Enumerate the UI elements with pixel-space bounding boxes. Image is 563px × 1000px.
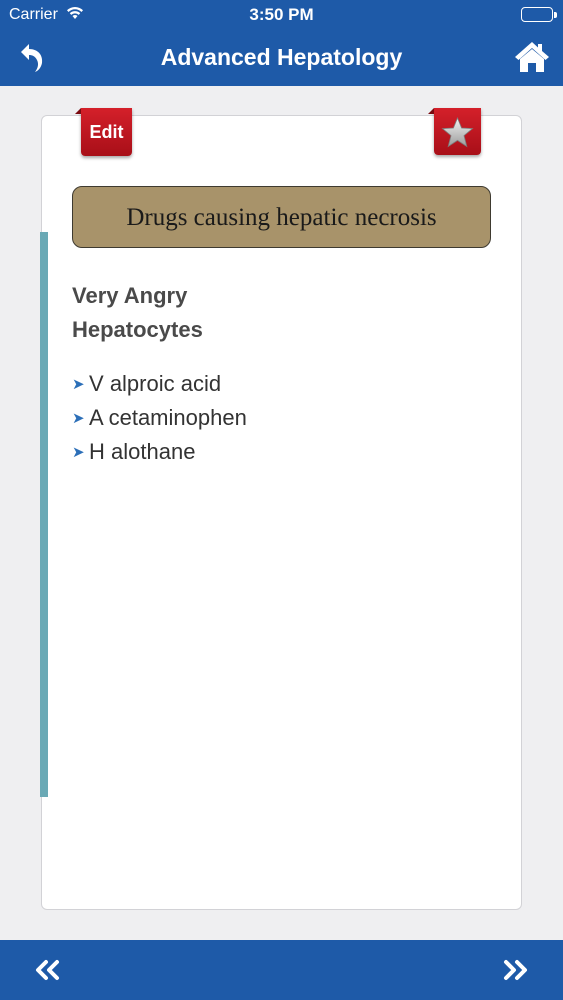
list-item: ➤ A cetaminophen	[72, 401, 247, 435]
status-bar: Carrier 3:50 PM	[0, 0, 563, 30]
battery-icon	[521, 7, 557, 22]
item-rest: cetaminophen	[108, 405, 247, 430]
bullet-arrow-icon: ➤	[72, 376, 85, 393]
mnemonic-line: Very Angry	[72, 283, 188, 308]
double-chevron-right-icon[interactable]	[500, 955, 530, 985]
drug-list: ➤ V alproic acid ➤ A cetaminophen ➤ H aloth…	[72, 367, 247, 469]
bullet-arrow-icon: ➤	[72, 444, 85, 461]
list-item: ➤ H alothane	[72, 435, 247, 469]
mnemonic-phrase: Very Angry Hepatocytes	[72, 279, 203, 347]
mnemonic-line: Hepatocytes	[72, 317, 203, 342]
favorite-button[interactable]	[428, 108, 481, 155]
list-item: ➤ V alproic acid	[72, 367, 247, 401]
item-rest: alproic acid	[109, 371, 222, 396]
card-accent-stripe	[40, 232, 48, 797]
nav-bar: Advanced Hepatology	[0, 30, 563, 86]
item-rest: alothane	[111, 439, 196, 464]
topic-title: Drugs causing hepatic necrosis	[72, 186, 491, 248]
item-letter: H	[89, 439, 105, 464]
home-icon[interactable]	[513, 39, 551, 75]
item-letter: A	[89, 405, 103, 430]
edit-button[interactable]: Edit	[75, 108, 132, 156]
double-chevron-left-icon[interactable]	[33, 955, 63, 985]
bottom-nav-bar	[0, 940, 563, 1000]
page-title: Advanced Hepatology	[160, 44, 403, 70]
bullet-arrow-icon: ➤	[72, 410, 85, 427]
status-time: 3:50 PM	[249, 5, 314, 24]
item-letter: V	[89, 371, 104, 396]
